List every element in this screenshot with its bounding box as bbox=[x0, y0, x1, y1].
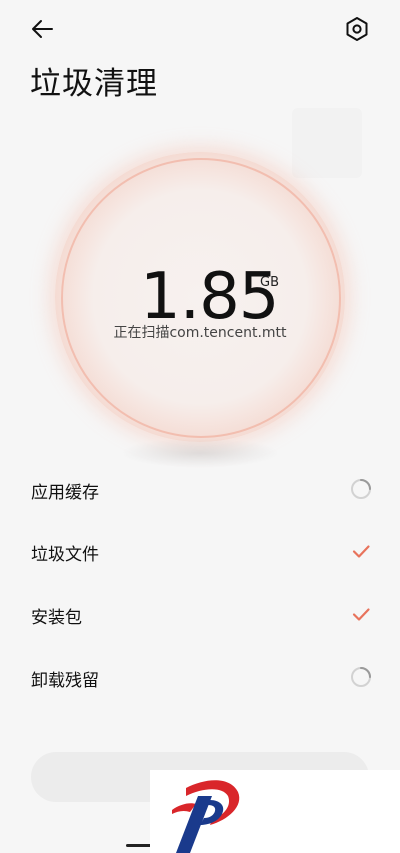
category-label: 卸载残留 bbox=[31, 671, 99, 691]
checkmark-icon bbox=[352, 608, 370, 621]
brand-logo-icon bbox=[172, 780, 240, 853]
top-bar bbox=[0, 0, 400, 56]
junk-size-unit: GB bbox=[260, 275, 279, 290]
back-button[interactable] bbox=[28, 14, 58, 44]
scan-status-text: 正在扫描com.tencent.mtt bbox=[113, 325, 287, 341]
category-label: 安装包 bbox=[31, 608, 82, 628]
settings-button[interactable] bbox=[342, 14, 372, 44]
spinner-icon bbox=[351, 667, 371, 687]
watermark-logo bbox=[150, 770, 400, 853]
hexagon-gear-icon bbox=[346, 17, 368, 41]
category-row-install-packages[interactable]: 安装包 bbox=[0, 583, 400, 645]
arrow-left-icon bbox=[32, 20, 53, 38]
category-label: 垃圾文件 bbox=[31, 545, 99, 565]
category-row-junk-files[interactable]: 垃圾文件 bbox=[0, 520, 400, 582]
spinner-icon bbox=[351, 479, 371, 499]
category-row-app-cache[interactable]: 应用缓存 bbox=[0, 458, 400, 520]
checkmark-icon bbox=[352, 545, 370, 558]
page-title: 垃圾清理 bbox=[30, 66, 158, 102]
junk-cleaner-screen: 垃圾清理 1.85 GB 正在扫描com.tencent.mtt 应用缓存 垃圾… bbox=[0, 0, 400, 853]
category-row-uninstall-residue[interactable]: 卸载残留 bbox=[0, 646, 400, 708]
category-label: 应用缓存 bbox=[31, 483, 99, 503]
